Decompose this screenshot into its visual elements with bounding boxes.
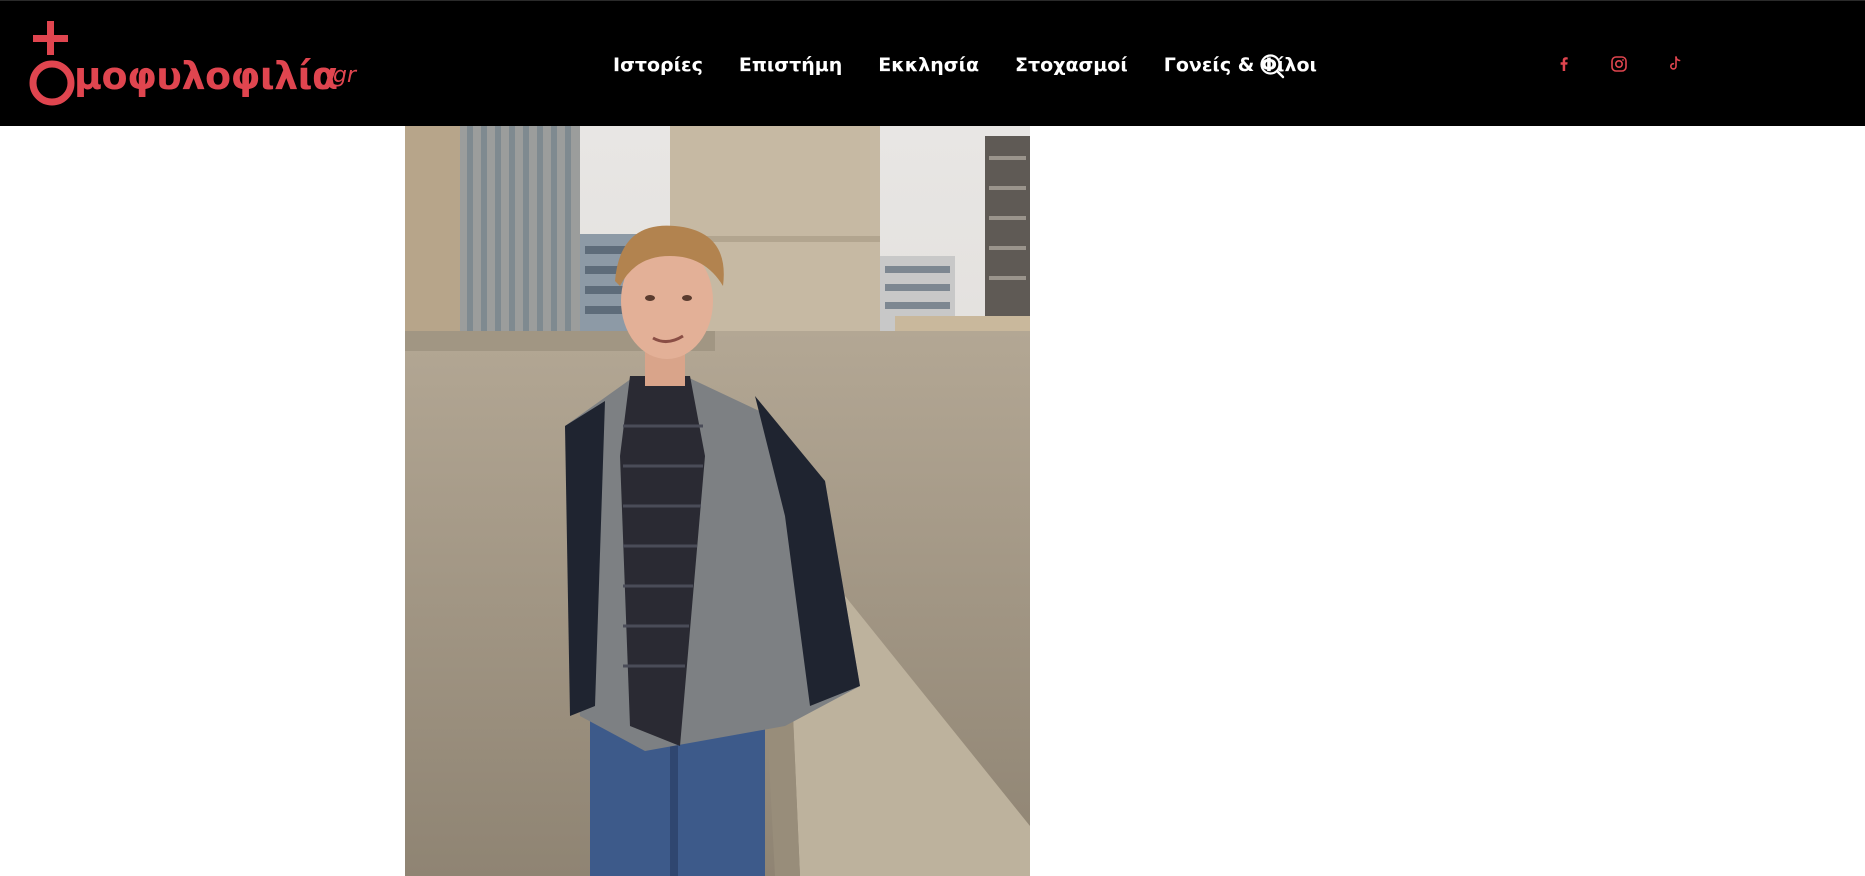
nav-item-parents-friends[interactable]: Γονείς & Φίλοι (1164, 48, 1317, 82)
nav-item-stories[interactable]: Ιστορίες (613, 48, 703, 82)
tiktok-icon (1670, 56, 1681, 70)
instagram-link[interactable] (1609, 54, 1629, 74)
site-logo[interactable]: μοφυλοφιλία .gr (26, 21, 366, 111)
featured-image (405, 126, 1030, 876)
logo-text: μοφυλοφιλία (74, 54, 338, 98)
search-icon (1260, 54, 1285, 79)
nav-item-reflections[interactable]: Στοχασμοί (1015, 48, 1128, 82)
logo-suffix: .gr (326, 63, 357, 88)
tiktok-link[interactable] (1665, 54, 1685, 74)
main-navigation: Ιστορίες Επιστήμη Εκκλησία Στοχασμοί Γον… (613, 48, 1353, 82)
search-button[interactable] (1259, 53, 1285, 79)
facebook-icon (1560, 57, 1568, 71)
site-header: μοφυλοφιλία .gr Ιστορίες Επιστήμη Εκκλησ… (0, 0, 1865, 126)
facebook-link[interactable] (1554, 54, 1574, 74)
instagram-icon (1611, 56, 1627, 72)
nav-item-church[interactable]: Εκκλησία (878, 48, 979, 82)
featured-photo-illustration (405, 126, 1030, 876)
nav-item-science[interactable]: Επιστήμη (739, 48, 842, 82)
